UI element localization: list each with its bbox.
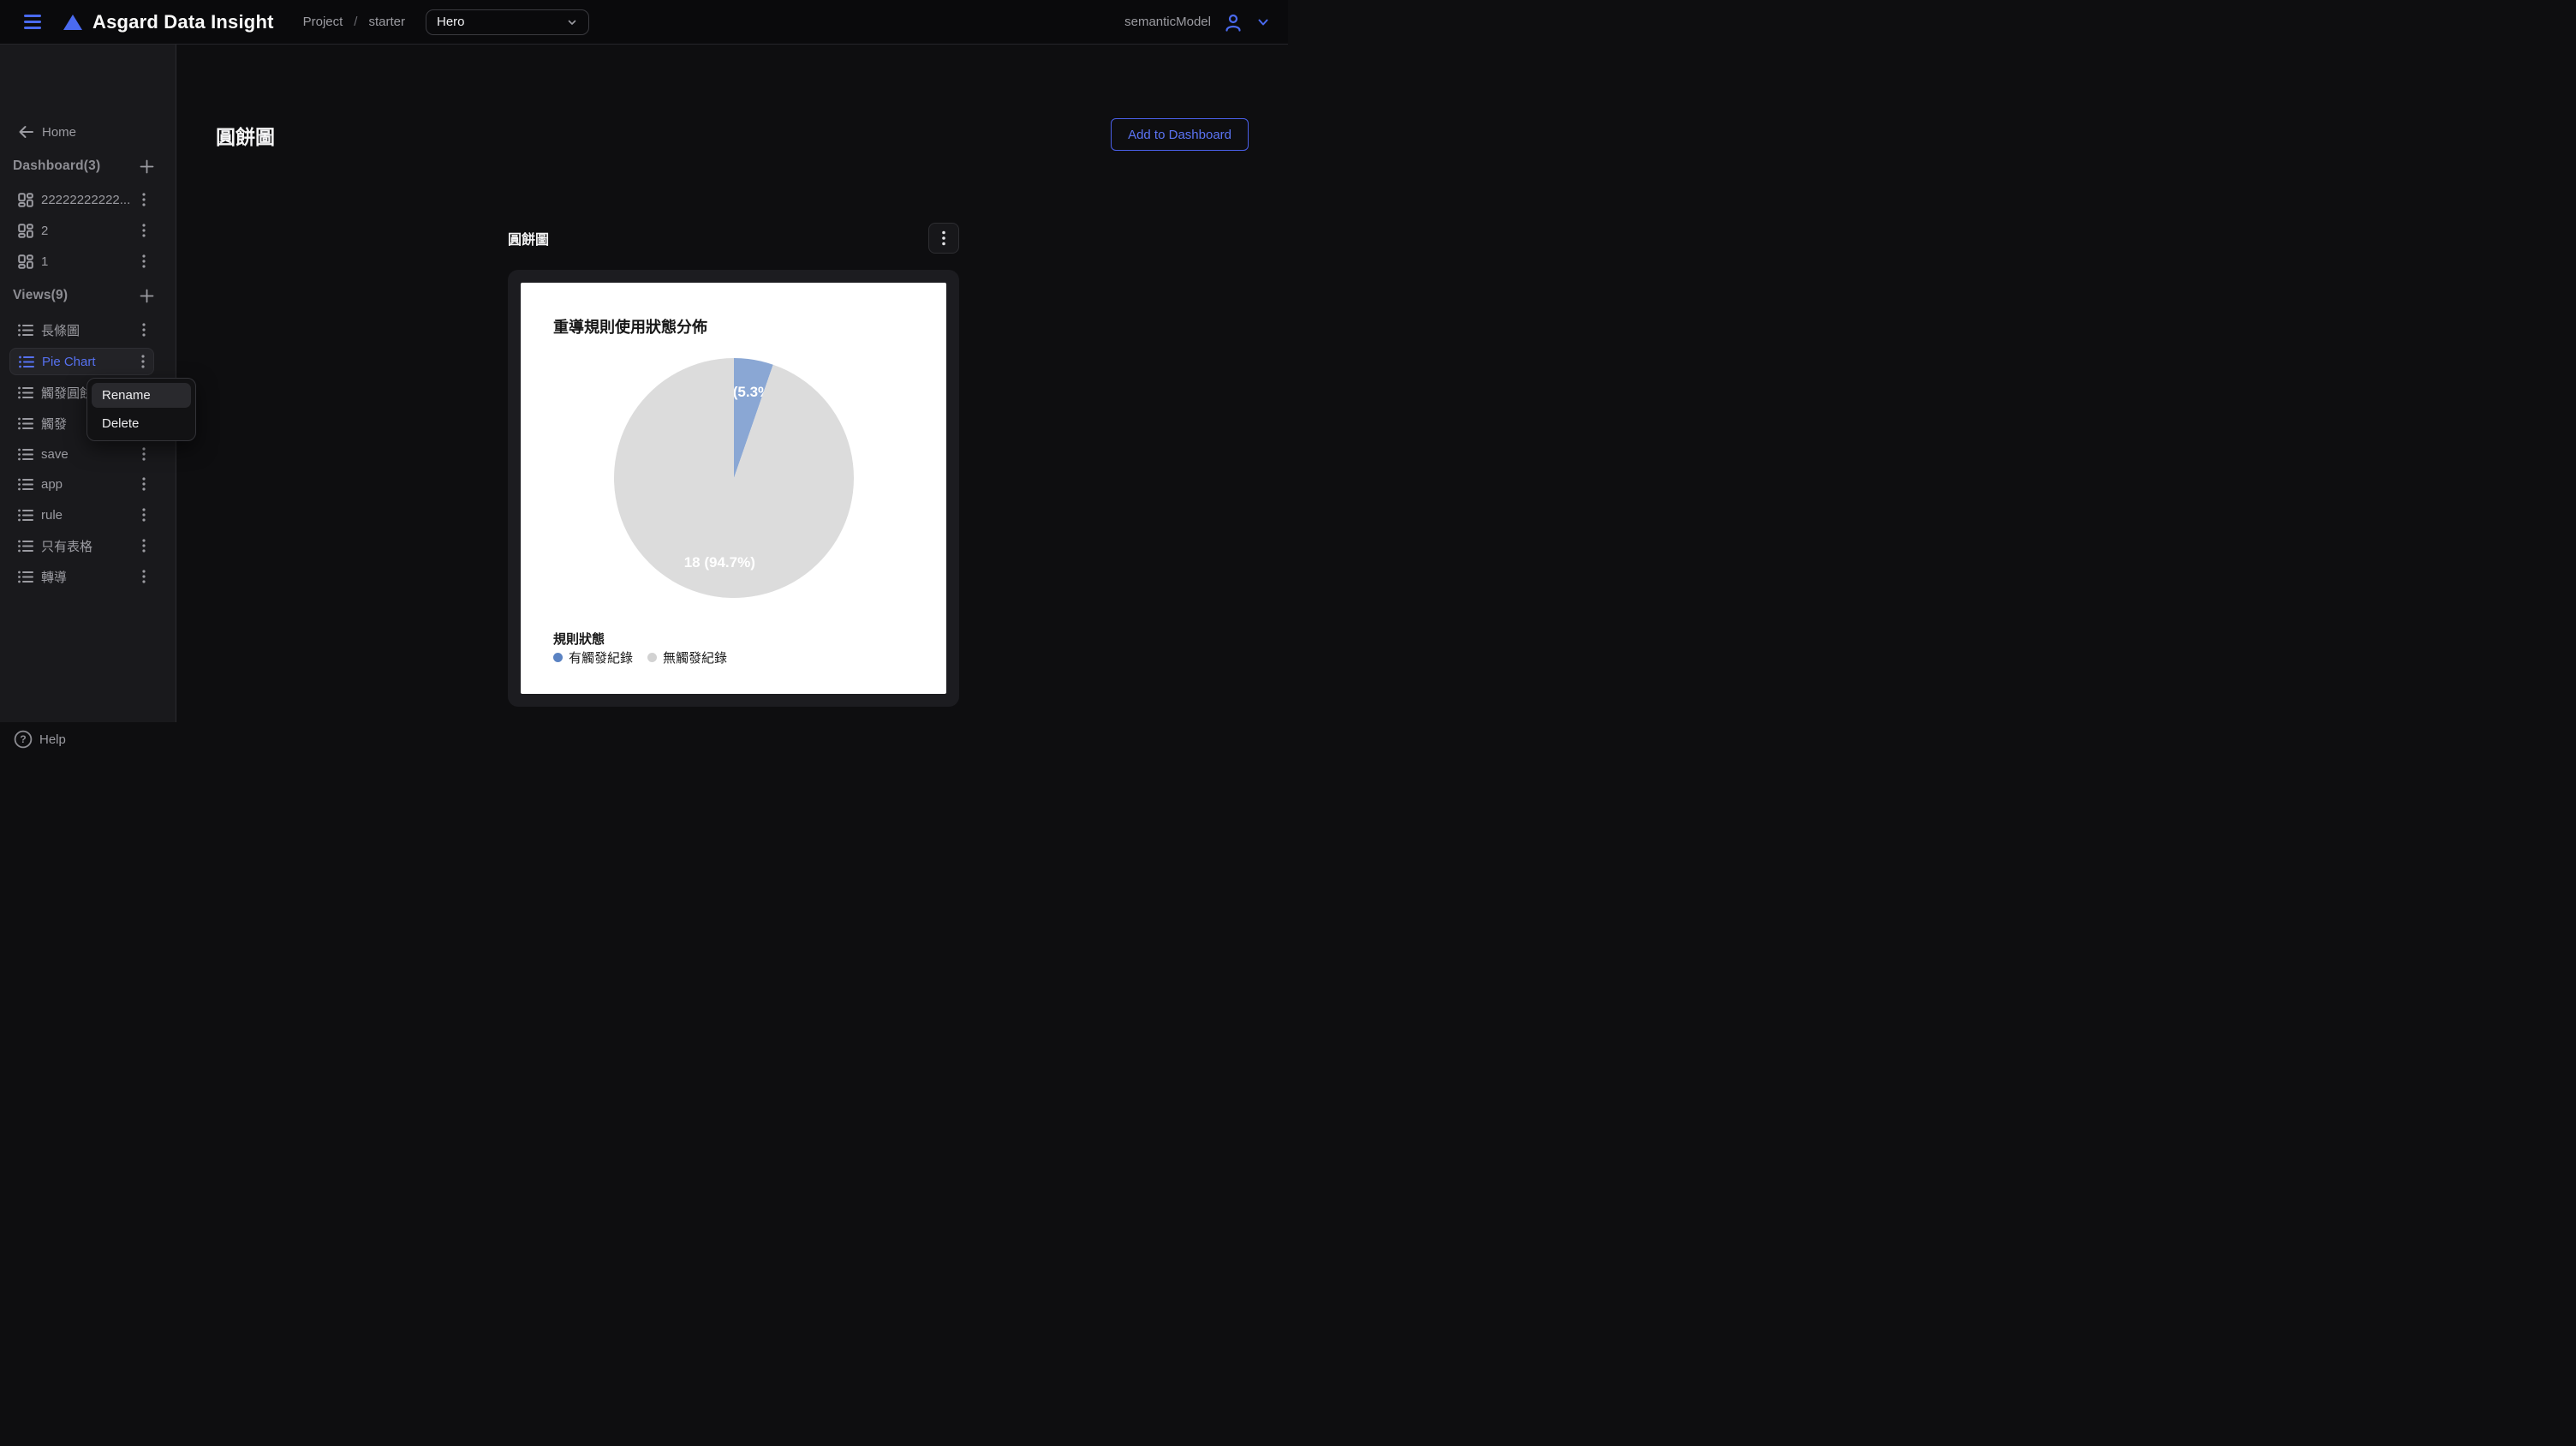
- sidebar: Home Dashboard(3) 22222222222... 2: [0, 45, 176, 722]
- view-item-label: save: [41, 447, 137, 462]
- semantic-model-label: semanticModel: [1124, 15, 1211, 29]
- dashboard-item-label: 22222222222...: [41, 193, 137, 207]
- view-item-label: 轉導: [41, 568, 137, 586]
- legend-dot-blue: [553, 653, 563, 662]
- environment-select-value: Hero: [437, 15, 465, 29]
- legend-item: 無觸發紀錄: [647, 648, 727, 666]
- sidebar-item-view[interactable]: app: [9, 470, 154, 498]
- dashboard-grid-icon: [18, 193, 33, 207]
- chevron-down-icon: [566, 16, 578, 28]
- view-item-label: app: [41, 477, 137, 492]
- kebab-menu-icon[interactable]: [142, 539, 146, 553]
- legend-label: 無觸發紀錄: [663, 648, 727, 666]
- chart-section: 圓餅圖 1 (5.3%)18 (94.7%) 重導規則使用狀態分佈 規則狀態 有…: [508, 223, 959, 707]
- breadcrumb-project[interactable]: Project: [303, 15, 343, 29]
- sidebar-item-view-selected[interactable]: Pie Chart: [9, 348, 154, 375]
- kebab-menu-icon[interactable]: [142, 477, 146, 491]
- chart-card: 1 (5.3%)18 (94.7%) 重導規則使用狀態分佈 規則狀態 有觸發紀錄…: [508, 270, 959, 707]
- view-item-label: 只有表格: [41, 537, 137, 555]
- breadcrumb-project-name[interactable]: starter: [368, 15, 405, 29]
- app-logo-triangle-icon: [63, 15, 82, 30]
- page-title: 圓餅圖: [216, 121, 275, 150]
- user-menu-chevron-down-icon[interactable]: [1255, 15, 1271, 30]
- kebab-menu-icon[interactable]: [142, 254, 146, 268]
- view-item-label: Pie Chart: [42, 355, 136, 369]
- kebab-menu-icon[interactable]: [142, 570, 146, 583]
- views-section-title: Views(9): [13, 288, 68, 303]
- help-button[interactable]: ? Help: [14, 726, 66, 753]
- list-icon: [18, 571, 33, 583]
- kebab-menu-icon[interactable]: [142, 224, 146, 237]
- chart-title: 重導規則使用狀態分佈: [553, 315, 707, 338]
- top-header: Asgard Data Insight Project / starter He…: [0, 0, 1288, 45]
- user-avatar-icon[interactable]: [1223, 12, 1243, 33]
- environment-select[interactable]: Hero: [426, 9, 589, 35]
- view-item-label: 長條圖: [41, 321, 137, 339]
- kebab-menu-icon[interactable]: [142, 323, 146, 337]
- help-label: Help: [39, 732, 66, 747]
- sidebar-item-dashboard[interactable]: 1: [9, 248, 154, 275]
- list-icon: [18, 417, 33, 430]
- dashboard-section-title: Dashboard(3): [13, 158, 100, 174]
- dashboard-grid-icon: [18, 224, 33, 238]
- list-icon: [18, 540, 33, 553]
- list-icon: [18, 448, 33, 461]
- view-item-label: rule: [41, 508, 137, 523]
- legend-dot-gray: [647, 653, 657, 662]
- pie-chart-canvas: 1 (5.3%)18 (94.7%) 重導規則使用狀態分佈 規則狀態 有觸發紀錄…: [521, 283, 946, 694]
- sidebar-item-dashboard[interactable]: 2: [9, 217, 154, 244]
- list-icon: [19, 356, 34, 368]
- legend-title: 規則狀態: [553, 630, 605, 648]
- breadcrumb-separator: /: [354, 15, 357, 29]
- sidebar-item-view[interactable]: 只有表格: [9, 532, 154, 559]
- views-section-header: Views(9): [13, 282, 154, 309]
- legend-item: 有觸發紀錄: [553, 648, 633, 666]
- dashboard-grid-icon: [18, 254, 33, 269]
- sidebar-home-label: Home: [42, 125, 76, 140]
- help-icon: ?: [14, 730, 33, 749]
- dashboard-section-header: Dashboard(3): [13, 152, 154, 180]
- add-view-plus-icon[interactable]: [140, 289, 154, 303]
- dashboard-item-label: 1: [41, 254, 137, 269]
- legend-label: 有觸發紀錄: [569, 648, 633, 666]
- add-to-dashboard-button[interactable]: Add to Dashboard: [1111, 118, 1249, 151]
- kebab-menu-icon[interactable]: [142, 447, 146, 461]
- list-icon: [18, 324, 33, 337]
- sidebar-item-view[interactable]: rule: [9, 501, 154, 529]
- sidebar-item-view[interactable]: save: [9, 440, 154, 468]
- sidebar-item-view[interactable]: 轉導: [9, 563, 154, 590]
- app-title: Asgard Data Insight: [92, 11, 274, 33]
- list-icon: [18, 509, 33, 522]
- sidebar-item-view[interactable]: 長條圖: [9, 316, 154, 344]
- add-dashboard-plus-icon[interactable]: [140, 159, 154, 174]
- arrow-left-icon: [18, 125, 34, 139]
- breadcrumb: Project / starter: [303, 15, 405, 29]
- chart-menu-button[interactable]: [928, 223, 959, 254]
- chart-legend: 有觸發紀錄 無觸發紀錄: [553, 648, 727, 666]
- kebab-menu-icon[interactable]: [142, 508, 146, 522]
- view-context-menu: Rename Delete: [86, 378, 196, 441]
- sidebar-item-dashboard[interactable]: 22222222222...: [9, 186, 154, 213]
- sidebar-home-button[interactable]: Home: [9, 118, 154, 146]
- kebab-menu-icon[interactable]: [141, 355, 145, 368]
- dashboard-item-label: 2: [41, 224, 137, 238]
- context-menu-delete[interactable]: Delete: [92, 411, 191, 436]
- context-menu-rename[interactable]: Rename: [92, 383, 191, 408]
- main-content: 圓餅圖 Add to Dashboard 圓餅圖 1 (5.3%)18 (94.…: [176, 45, 1288, 722]
- pie-slice-label: 18 (94.7%): [684, 554, 755, 571]
- list-icon: [18, 386, 33, 399]
- svg-text:?: ?: [20, 733, 26, 745]
- chart-section-title: 圓餅圖: [508, 228, 549, 248]
- list-icon: [18, 478, 33, 491]
- hamburger-menu-icon[interactable]: [24, 15, 41, 29]
- kebab-menu-icon[interactable]: [142, 193, 146, 206]
